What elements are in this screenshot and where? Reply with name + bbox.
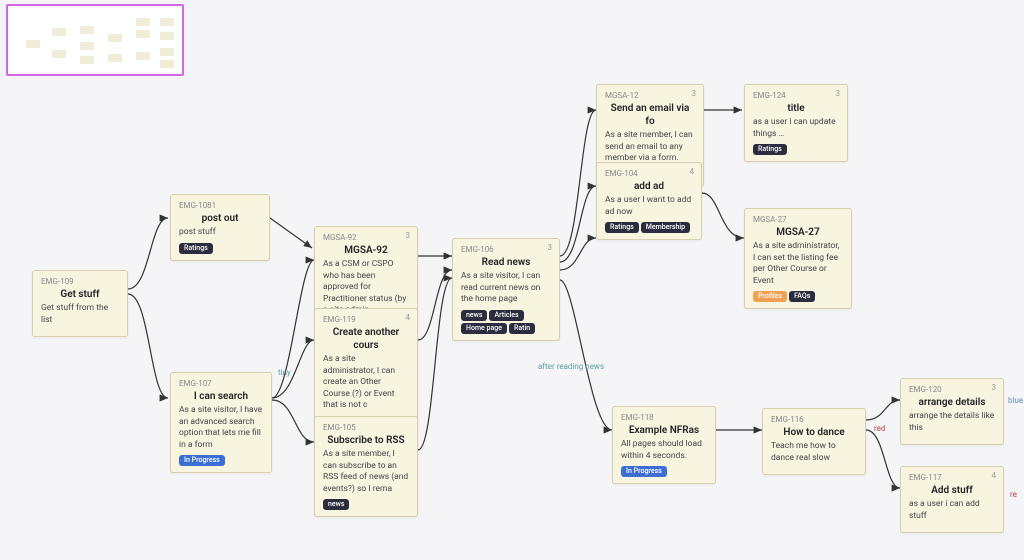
card-id: EMG-105 xyxy=(323,423,409,433)
tag: In Progress xyxy=(179,455,225,466)
card-num: 3 xyxy=(548,243,553,253)
card-num: 3 xyxy=(836,89,841,99)
card-title: MGSA-27 xyxy=(753,226,843,239)
card-title: MGSA-92 xyxy=(323,244,409,257)
card-num: 4 xyxy=(992,471,997,481)
card-id: EMG-119 xyxy=(323,315,409,325)
card-num: 3 xyxy=(992,383,997,393)
minimap[interactable] xyxy=(6,4,184,76)
tag: Ratings xyxy=(753,144,787,155)
tag: Articles xyxy=(489,310,523,321)
tag: Home page xyxy=(461,323,507,334)
edge-label-after-reading: after reading news xyxy=(538,362,604,371)
card-title: Example NFRas xyxy=(621,424,707,437)
card-title: I can search xyxy=(179,390,263,403)
card-search[interactable]: EMG-107 I can search As a site visitor, … xyxy=(170,372,272,473)
card-tags: In Progress xyxy=(179,455,263,466)
card-tags: Ratings Membership xyxy=(605,222,693,233)
card-title: Send an email via fo xyxy=(605,102,695,128)
card-id: EMG-104 xyxy=(605,169,693,179)
card-add-ad[interactable]: EMG-104 4 add ad As a user I want to add… xyxy=(596,162,702,240)
card-desc: As a site visitor, I have an advanced se… xyxy=(179,405,263,451)
card-arrange-details[interactable]: EMG-120 3 arrange details arrange the de… xyxy=(900,378,1004,445)
card-tags: Ratings xyxy=(753,144,839,155)
card-title: How to dance xyxy=(771,426,857,439)
card-example-nfr[interactable]: EMG-118 Example NFRas All pages should l… xyxy=(612,406,716,484)
card-title: title xyxy=(753,102,839,115)
edge-label-red: red xyxy=(874,424,885,433)
card-get-stuff[interactable]: EMG-109 Get stuff Get stuff from the lis… xyxy=(32,270,128,337)
card-num: 4 xyxy=(690,167,695,177)
card-title: Get stuff xyxy=(41,288,119,301)
edge-label-tiny: tiny xyxy=(278,368,291,377)
card-id: EMG-124 xyxy=(753,91,839,101)
card-tags: news xyxy=(323,499,409,510)
card-id: EMG-117 xyxy=(909,473,995,483)
card-post-out[interactable]: EMG-1081 post out post stuff Ratings xyxy=(170,194,270,261)
card-desc: as a user i can add stuff xyxy=(909,499,995,522)
card-desc: All pages should load within 4 seconds. xyxy=(621,439,707,462)
card-desc: As a site administrator, I can create an… xyxy=(323,354,409,411)
tag: Profiles xyxy=(753,291,787,302)
tag: Membership xyxy=(641,222,690,233)
card-tags: In Progress xyxy=(621,466,707,477)
card-title: Subscribe to RSS xyxy=(323,434,409,447)
card-how-dance[interactable]: EMG-116 How to dance Teach me how to dan… xyxy=(762,408,866,475)
card-desc: As a site administrator, I can set the l… xyxy=(753,241,843,287)
card-num: 3 xyxy=(406,231,411,241)
card-tags: news Articles Home page Ratin xyxy=(461,310,551,334)
card-id: EMG-109 xyxy=(41,277,119,287)
card-title: post out xyxy=(179,212,261,225)
card-create-course[interactable]: EMG-119 4 Create another cours As a site… xyxy=(314,308,418,434)
card-id: MGSA-92 xyxy=(323,233,409,243)
card-id: MGSA-12 xyxy=(605,91,695,101)
minimap-content xyxy=(8,6,182,74)
card-subscribe[interactable]: EMG-105 Subscribe to RSS As a site membe… xyxy=(314,416,418,517)
card-id: EMG-120 xyxy=(909,385,995,395)
card-num: 3 xyxy=(692,89,697,99)
card-tags: Ratings xyxy=(179,243,261,254)
card-read-news[interactable]: EMG-106 3 Read news As a site visitor, I… xyxy=(452,238,560,341)
card-desc: As a site member, I can send an email to… xyxy=(605,130,695,164)
card-id: EMG-107 xyxy=(179,379,263,389)
card-id: MGSA-27 xyxy=(753,215,843,225)
card-desc: arrange the details like this xyxy=(909,411,995,434)
card-desc: Teach me how to dance real slow xyxy=(771,441,857,464)
card-tags: Profiles FAQs xyxy=(753,291,843,302)
card-title: Add stuff xyxy=(909,484,995,497)
tag: Ratin xyxy=(509,323,535,334)
card-title: add ad xyxy=(605,180,693,193)
card-desc: As a site visitor, I can read current ne… xyxy=(461,271,551,305)
tag: Ratings xyxy=(179,243,213,254)
card-id: EMG-106 xyxy=(461,245,551,255)
card-title-card[interactable]: EMG-124 3 title as a user i can update t… xyxy=(744,84,848,162)
card-desc: post stuff xyxy=(179,227,261,238)
edge-label-blue: blue xyxy=(1008,396,1023,405)
card-mgsa27[interactable]: MGSA-27 MGSA-27 As a site administrator,… xyxy=(744,208,852,309)
card-id: EMG-1081 xyxy=(179,201,261,211)
card-id: EMG-116 xyxy=(771,415,857,425)
card-title: Read news xyxy=(461,256,551,269)
card-id: EMG-118 xyxy=(621,413,707,423)
card-desc: As a site member, I can subscribe to an … xyxy=(323,449,409,495)
card-desc: As a user I want to add ad now xyxy=(605,195,693,218)
card-desc: as a user i can update things … xyxy=(753,117,839,140)
tag: news xyxy=(323,499,349,510)
tag: news xyxy=(461,310,487,321)
tag: FAQs xyxy=(789,291,815,302)
tag: Ratings xyxy=(605,222,639,233)
card-num: 4 xyxy=(406,313,411,323)
card-title: Create another cours xyxy=(323,326,409,352)
card-add-stuff[interactable]: EMG-117 4 Add stuff as a user i can add … xyxy=(900,466,1004,533)
card-desc: Get stuff from the list xyxy=(41,303,119,326)
card-title: arrange details xyxy=(909,396,995,409)
tag: In Progress xyxy=(621,466,667,477)
edge-label-re: re xyxy=(1010,490,1017,499)
